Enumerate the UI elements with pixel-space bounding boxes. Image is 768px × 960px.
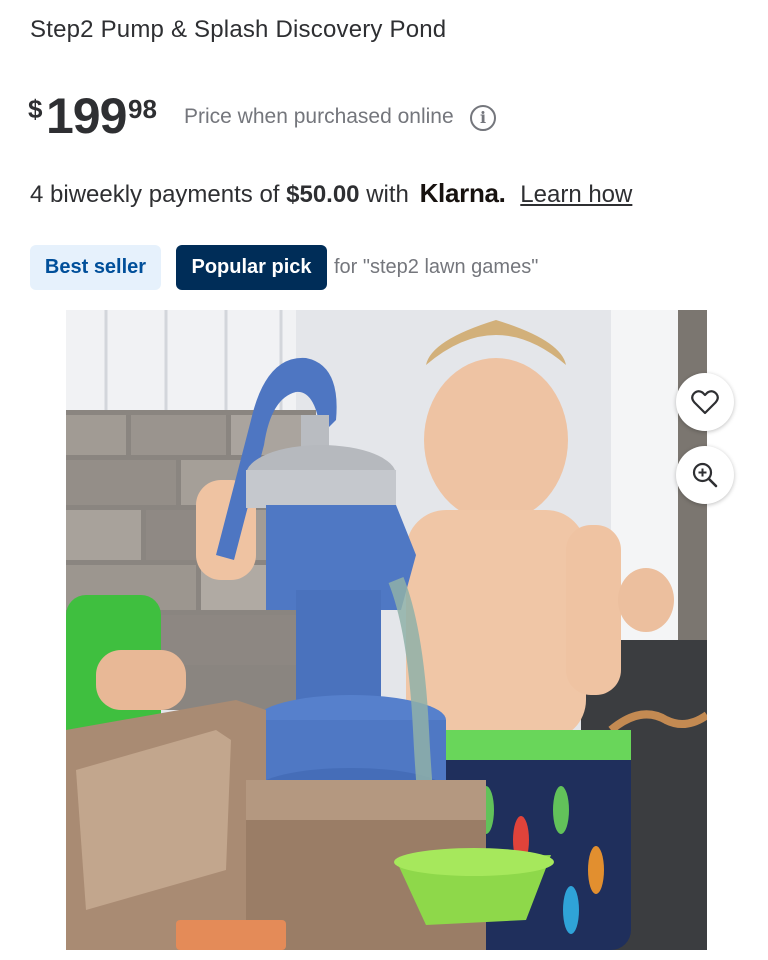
price-note: Price when purchased online [184,105,454,128]
klarna-middle: with [359,181,409,208]
price-currency: $ [28,94,43,124]
popular-pick-query: for "step2 lawn games" [334,256,539,278]
product-image[interactable] [66,310,707,950]
info-icon[interactable]: i [470,105,496,131]
zoom-in-icon [692,462,718,488]
klarna-payment-row: 4 biweekly payments of $50.00 with Klarn… [30,178,632,209]
heart-icon [691,390,719,415]
klarna-logo: Klarna. [419,178,506,208]
best-seller-badge: Best seller [30,245,161,290]
klarna-prefix: 4 biweekly payments of [30,181,287,208]
price-dollars: 199 [46,88,127,144]
price-row: $ 199 98 Price when purchased online i [28,88,728,148]
product-title: Step2 Pump & Splash Discovery Pond [30,16,447,43]
popular-pick-badge: Popular pick [176,245,327,290]
zoom-button[interactable] [676,446,734,504]
klarna-amount: $50.00 [286,181,360,208]
price-cents: 98 [128,94,157,124]
product-photo [66,310,707,950]
favorite-button[interactable] [676,373,734,431]
learn-how-link[interactable]: Learn how [520,181,632,208]
